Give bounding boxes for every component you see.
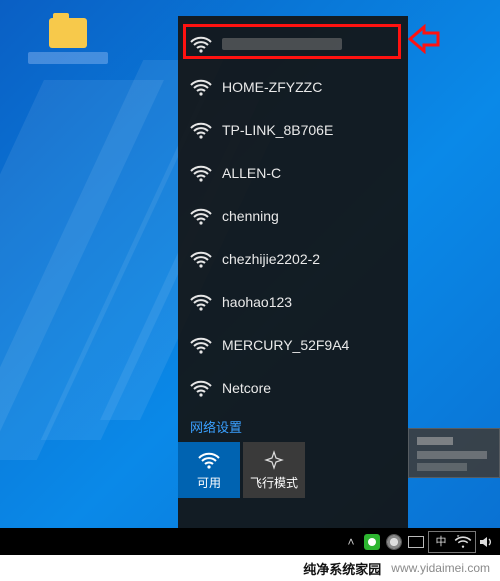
wifi-ssid-label: MERCURY_52F9A4 [222, 337, 349, 353]
wifi-quick-action[interactable]: 可用 [178, 442, 240, 498]
wifi-signal-icon [190, 164, 212, 182]
airplane-mode-quick-action[interactable]: 飞行模式 [243, 442, 305, 498]
network-settings-link[interactable]: 网络设置 [178, 409, 408, 442]
wifi-signal-icon [190, 336, 212, 354]
wifi-network-item[interactable]: HOME-ZFYZZC [178, 65, 408, 108]
tray-ime-icon[interactable]: 中 [432, 534, 450, 550]
tray-security-icon[interactable] [362, 532, 382, 552]
wifi-ssid-label: ALLEN-C [222, 165, 281, 181]
wifi-ssid-label: chenning [222, 208, 279, 224]
wifi-network-item[interactable]: MERCURY_52F9A4 [178, 323, 408, 366]
airplane-tile-label: 飞行模式 [250, 474, 298, 491]
wifi-network-item[interactable] [178, 22, 408, 65]
wifi-network-item[interactable]: ALLEN-C [178, 151, 408, 194]
desktop-shortcut-label [28, 52, 108, 64]
wifi-ssid-label: chezhijie2202-2 [222, 251, 320, 267]
svg-text:*: * [457, 535, 460, 542]
network-flyout: HOME-ZFYZZC TP-LINK_8B706E ALLEN-C chenn… [178, 16, 408, 528]
watermark-url: www.yidaimei.com [391, 561, 490, 575]
wifi-network-item[interactable]: Netcore [178, 366, 408, 409]
tray-disc-icon[interactable] [384, 532, 404, 552]
wifi-ssid-label: HOME-ZFYZZC [222, 79, 322, 95]
wifi-tile-label: 可用 [197, 474, 221, 491]
annotation-arrow-left-icon [408, 24, 438, 54]
wifi-signal-icon [190, 379, 212, 397]
tray-keyboard-icon[interactable] [406, 532, 426, 552]
tray-network-icon[interactable]: * [454, 533, 472, 551]
wifi-network-item[interactable]: chenning [178, 194, 408, 237]
settings-thumbnail [408, 428, 500, 478]
wifi-signal-icon [190, 35, 212, 53]
tray-overflow-chevron-icon[interactable]: ˄ [342, 535, 360, 549]
system-tray: ˄ 中 * [342, 531, 500, 553]
wifi-network-item[interactable]: TP-LINK_8B706E [178, 108, 408, 151]
tray-volume-icon[interactable] [478, 534, 494, 550]
tray-active-group: 中 * [428, 531, 476, 553]
taskbar: ˄ 中 * [0, 528, 500, 555]
quick-action-tiles: 可用 飞行模式 [178, 442, 408, 498]
wifi-signal-icon [190, 293, 212, 311]
wifi-signal-icon [190, 78, 212, 96]
airplane-icon [264, 450, 284, 470]
wifi-signal-icon [190, 250, 212, 268]
wifi-ssid-label [222, 38, 342, 50]
wifi-signal-icon [190, 207, 212, 225]
wifi-signal-icon [190, 121, 212, 139]
desktop-shortcut[interactable] [18, 18, 118, 64]
watermark-bar: 纯净系统家园 www.yidaimei.com [0, 555, 500, 581]
wifi-ssid-label: Netcore [222, 380, 271, 396]
desktop: HOME-ZFYZZC TP-LINK_8B706E ALLEN-C chenn… [0, 0, 500, 581]
wifi-network-list: HOME-ZFYZZC TP-LINK_8B706E ALLEN-C chenn… [178, 16, 408, 409]
wifi-ssid-label: TP-LINK_8B706E [222, 122, 333, 138]
wifi-ssid-label: haohao123 [222, 294, 292, 310]
wifi-network-item[interactable]: haohao123 [178, 280, 408, 323]
wifi-icon [198, 450, 220, 470]
folder-icon [49, 18, 87, 48]
watermark-brand: 纯净系统家园 [303, 559, 381, 578]
wifi-network-item[interactable]: chezhijie2202-2 [178, 237, 408, 280]
